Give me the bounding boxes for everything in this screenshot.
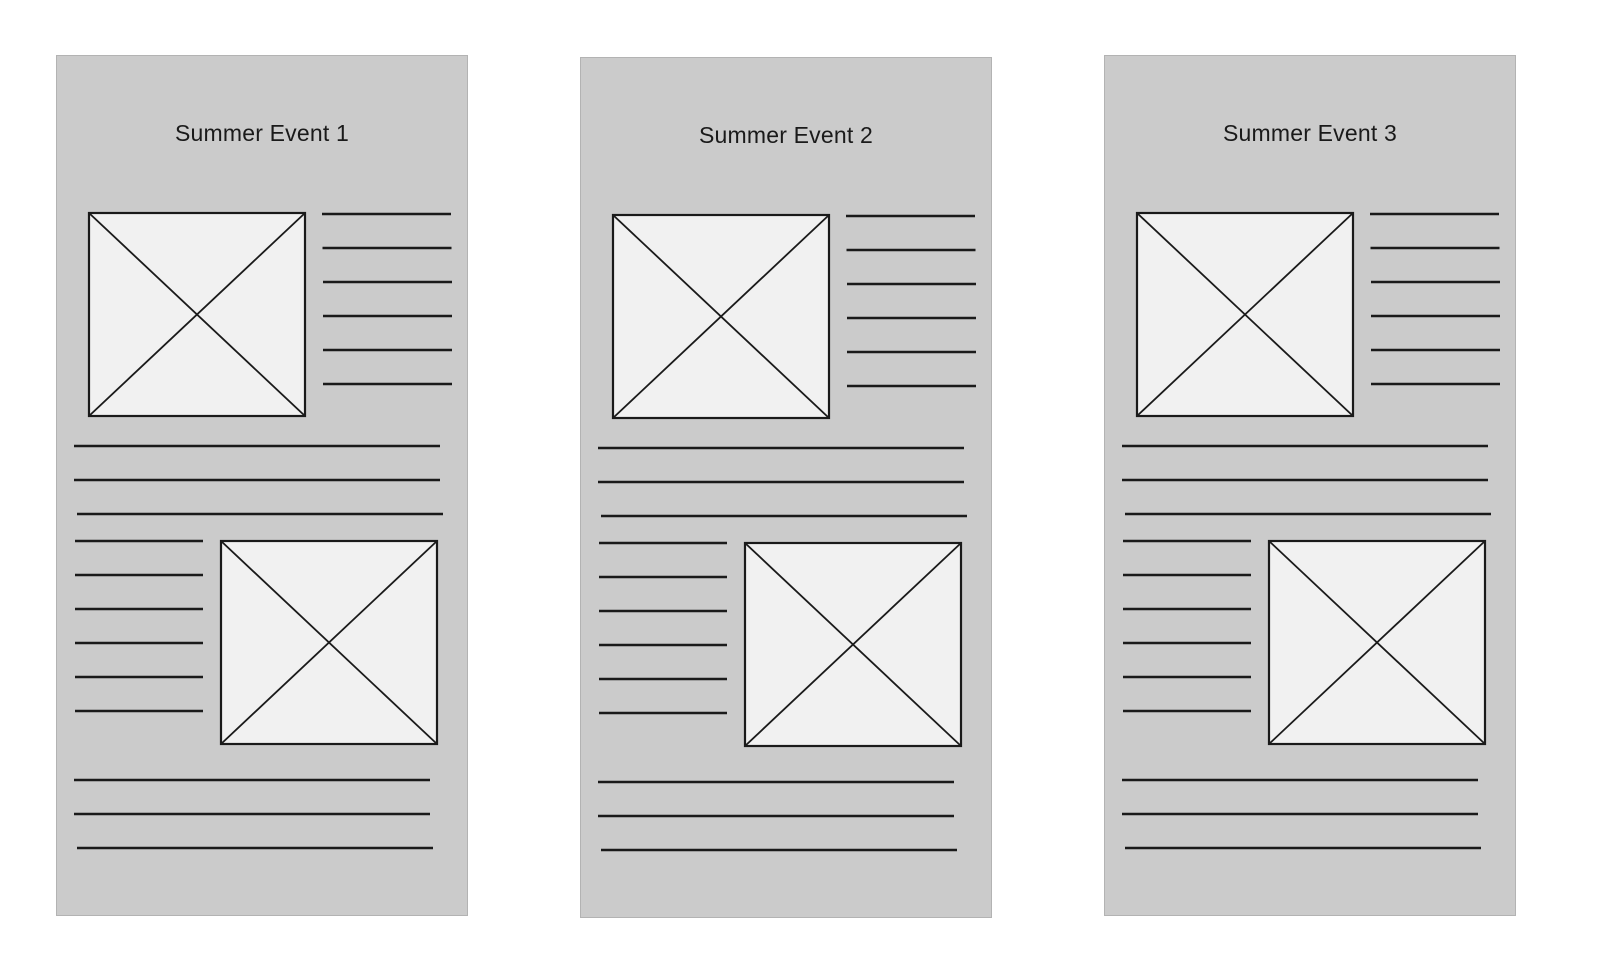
image-placeholder [611,213,831,420]
event-panel-2: Summer Event 2 [580,57,992,918]
event-panel-3: Summer Event 3 [1104,55,1516,916]
event-panel-1: Summer Event 1 [56,55,468,916]
image-placeholder [1135,211,1355,418]
image-placeholder [87,211,307,418]
image-placeholder [743,541,963,748]
wireframe-content [598,213,976,852]
image-placeholder [1267,539,1487,746]
wireframe-content [1122,211,1500,850]
image-placeholder [219,539,439,746]
wireframe-content [74,211,452,850]
